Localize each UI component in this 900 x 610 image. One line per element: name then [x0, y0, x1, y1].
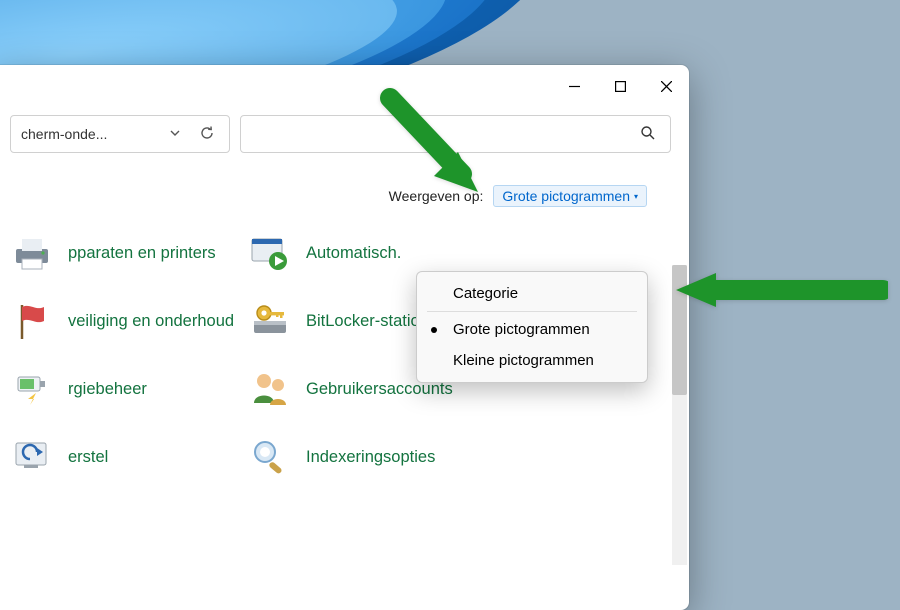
- view-by-row: Weergeven op: Grote pictogrammen ▾: [0, 167, 689, 213]
- cp-item-label: veiliging en onderhoud: [68, 312, 234, 331]
- cp-item-label: Automatisch.: [306, 244, 401, 263]
- cp-item-label: erstel: [68, 448, 108, 467]
- cp-item-recovery[interactable]: erstel: [10, 435, 240, 479]
- cp-item-label: pparaten en printers: [68, 244, 216, 263]
- cp-item-power-options[interactable]: rgiebeheer: [10, 367, 240, 411]
- search-icon: [640, 125, 656, 144]
- address-bar[interactable]: cherm-onde...: [10, 115, 230, 153]
- titlebar: [0, 65, 689, 107]
- view-by-menu: Categorie Grote pictogrammen Kleine pict…: [416, 271, 648, 383]
- cp-item-label: Indexeringsopties: [306, 448, 435, 467]
- menu-item-small-icons[interactable]: Kleine pictogrammen: [417, 345, 647, 376]
- maximize-button[interactable]: [597, 65, 643, 107]
- selected-bullet-icon: [431, 327, 437, 333]
- view-by-dropdown[interactable]: Grote pictogrammen ▾: [493, 185, 647, 207]
- toolbar: cherm-onde...: [0, 107, 689, 167]
- users-icon: [248, 367, 292, 411]
- menu-item-category[interactable]: Categorie: [417, 278, 647, 309]
- menu-item-large-icons[interactable]: Grote pictogrammen: [417, 314, 647, 345]
- cp-item-security-maintenance[interactable]: veiliging en onderhoud: [10, 299, 240, 343]
- cp-item-devices-printers[interactable]: pparaten en printers: [10, 231, 240, 275]
- menu-item-label: Grote pictogrammen: [453, 321, 590, 338]
- refresh-icon[interactable]: [195, 125, 219, 144]
- recovery-icon: [10, 435, 54, 479]
- view-by-current: Grote pictogrammen: [502, 188, 630, 204]
- dropdown-caret-icon: ▾: [634, 192, 638, 201]
- control-panel-window: cherm-onde... Weergeven op: Grote pictog…: [0, 65, 689, 610]
- bitlocker-icon: [248, 299, 292, 343]
- power-icon: [10, 367, 54, 411]
- indexing-icon: [248, 435, 292, 479]
- cp-item-label: rgiebeheer: [68, 380, 147, 399]
- printer-icon: [10, 231, 54, 275]
- cp-item-autoplay[interactable]: Automatisch.: [248, 231, 665, 275]
- annotation-arrow-down: [370, 88, 500, 218]
- annotation-arrow-left: [668, 265, 888, 315]
- autoplay-icon: [248, 231, 292, 275]
- menu-item-label: Kleine pictogrammen: [453, 352, 594, 369]
- menu-item-label: Categorie: [453, 285, 518, 302]
- flag-icon: [10, 299, 54, 343]
- chevron-down-icon[interactable]: [165, 126, 185, 142]
- breadcrumb-text: cherm-onde...: [21, 126, 155, 142]
- cp-item-indexing-options[interactable]: Indexeringsopties: [248, 435, 665, 479]
- minimize-button[interactable]: [551, 65, 597, 107]
- close-button[interactable]: [643, 65, 689, 107]
- menu-separator: [427, 311, 637, 312]
